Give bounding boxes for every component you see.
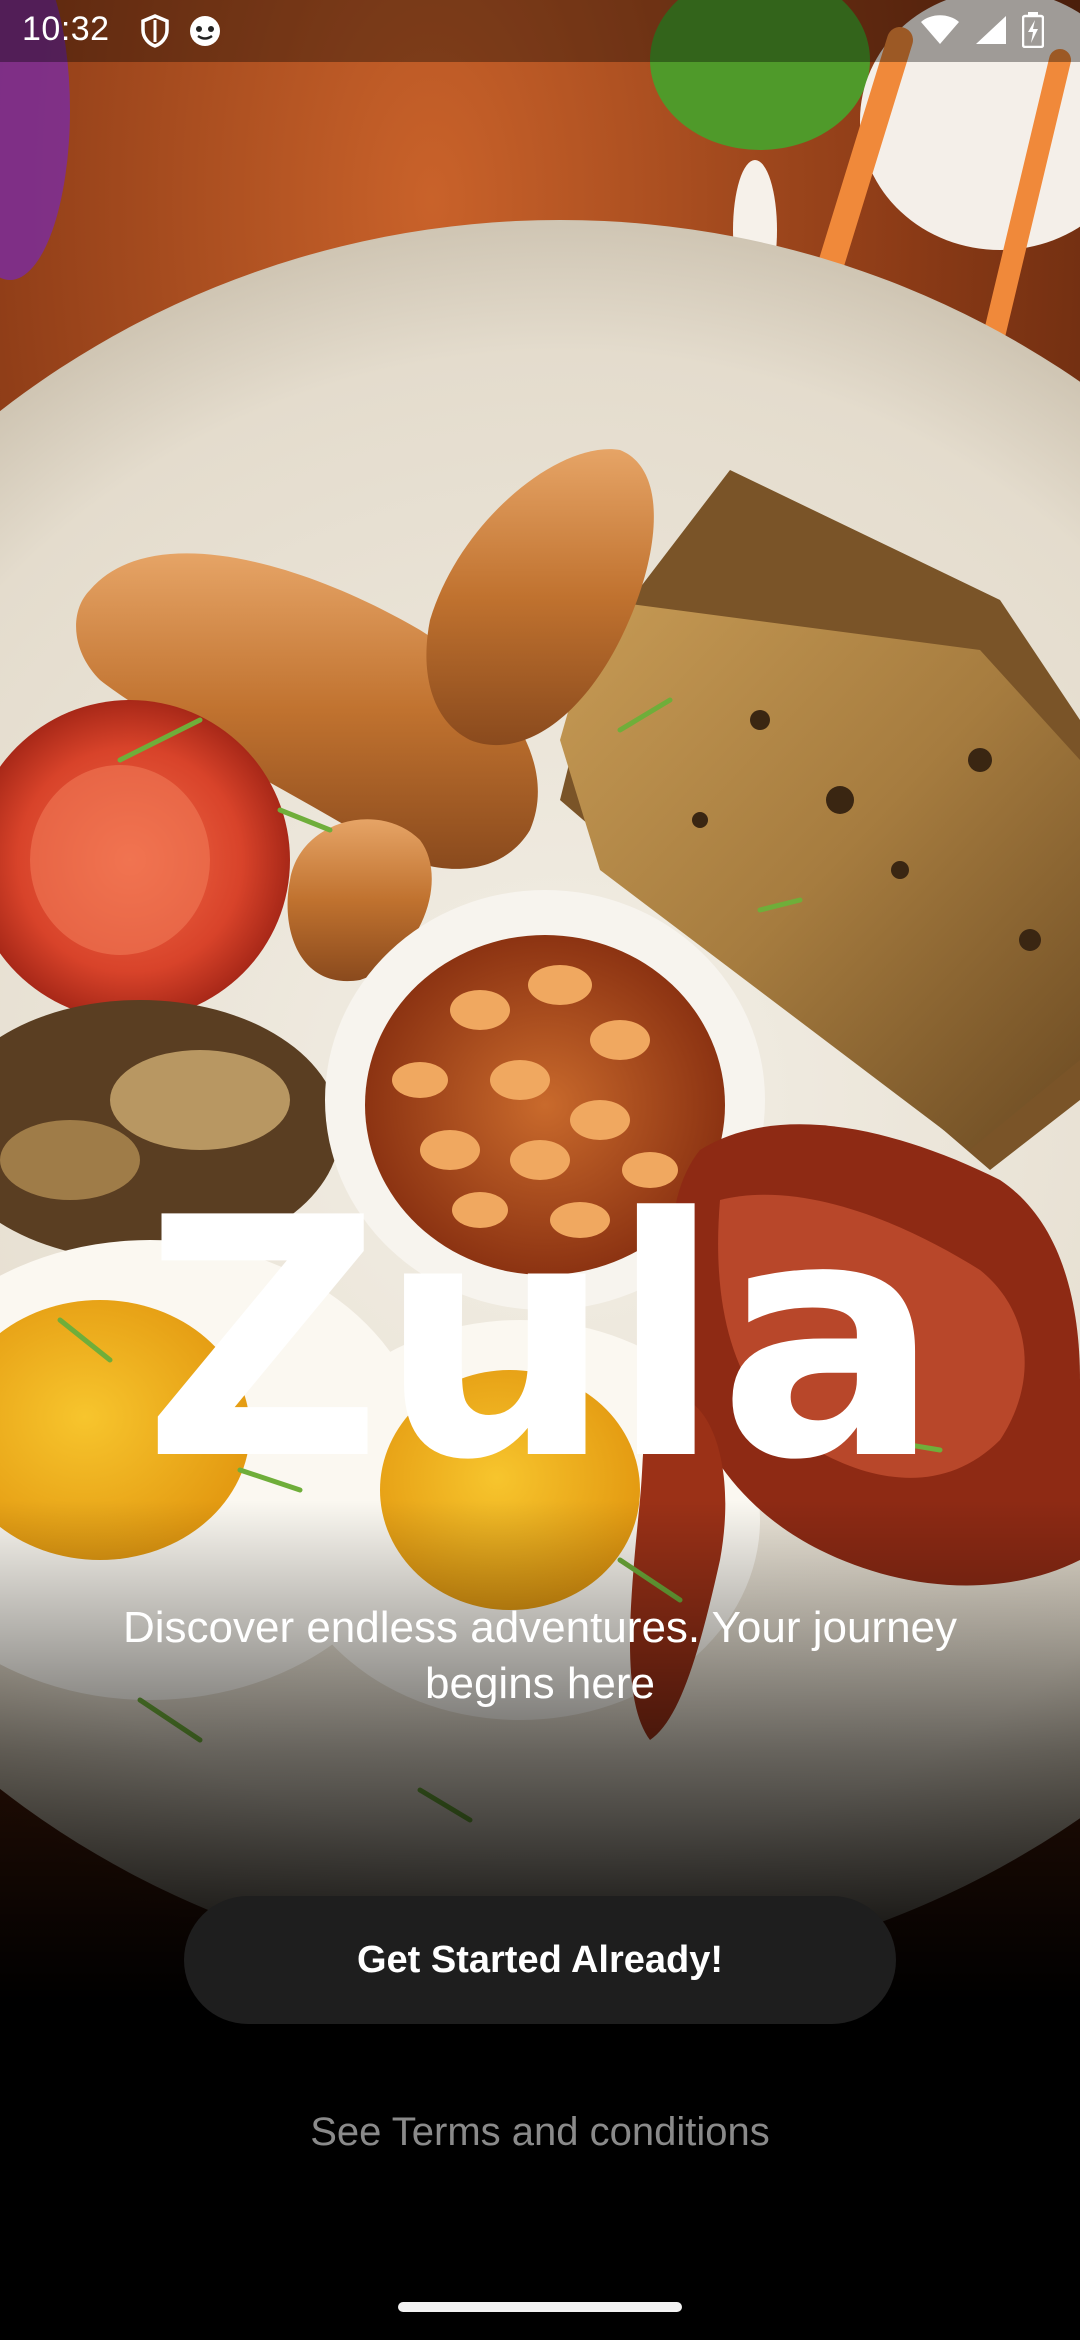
cat-face-icon <box>188 14 222 52</box>
status-left-icons <box>140 14 222 52</box>
cellular-signal-icon <box>974 14 1008 50</box>
tagline: Discover endless adventures. Your journe… <box>122 1603 958 1708</box>
get-started-button[interactable]: Get Started Already! <box>184 1896 896 2024</box>
terms-link[interactable]: See Terms and conditions <box>0 2110 1080 2155</box>
status-time: 10:32 <box>22 10 110 48</box>
status-bar: 10:32 <box>0 0 1080 62</box>
wifi-icon <box>920 14 960 50</box>
battery-charging-icon <box>1021 12 1045 52</box>
home-indicator[interactable] <box>398 2302 682 2312</box>
app-logo: Zula <box>142 1148 941 1532</box>
status-right-icons <box>920 12 1045 52</box>
shield-icon <box>140 14 170 52</box>
welcome-screen: 10:32 Zula Discover endless adventures. … <box>0 0 1080 2340</box>
